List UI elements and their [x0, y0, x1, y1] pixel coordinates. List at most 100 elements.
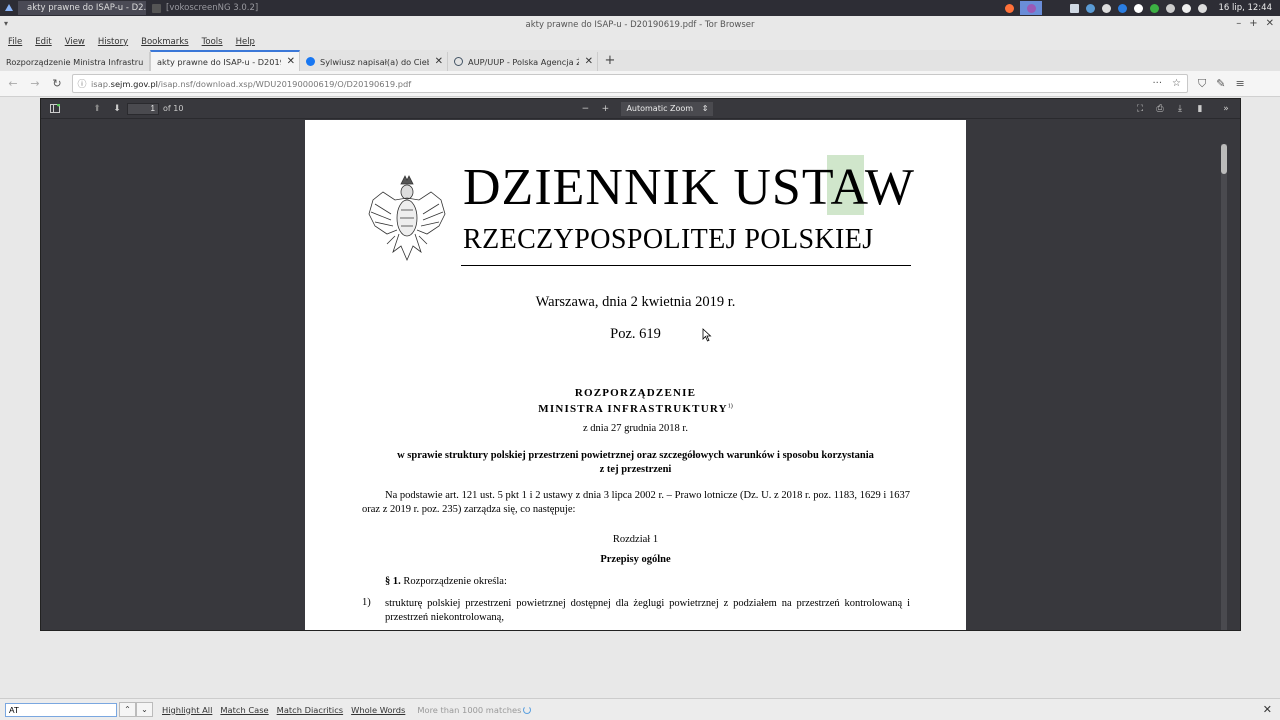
next-page-icon[interactable]: ⬇ [107, 100, 127, 118]
whole-words-toggle[interactable]: Whole Words [351, 705, 405, 715]
menu-help[interactable]: Help [236, 37, 255, 47]
new-tab-button[interactable]: + [598, 52, 622, 71]
tor-circuit-icon[interactable]: ✎ [1216, 77, 1225, 91]
find-bar: ⌃ ⌄ Highlight All Match Case Match Diacr… [0, 698, 1280, 720]
os-taskbar: akty prawne do ISAP-u - D2... [vokoscree… [0, 0, 1280, 16]
pdf-toolbar: ⬆ ⬇ of 10 − + Automatic Zoom ⇕ ⛶ ⎙ ⤓ ▮ » [41, 99, 1240, 119]
issuer: MINISTRA INFRASTRUKTURY1) [538, 403, 733, 415]
clock[interactable]: 16 lip, 12:44 [1218, 3, 1272, 13]
zoom-out-icon[interactable]: − [575, 100, 595, 118]
close-window-button[interactable]: ✕ [1266, 18, 1274, 29]
zoom-value: Automatic Zoom [626, 104, 694, 113]
act-type: ROZPORZĄDZENIE [574, 387, 697, 399]
site-info-icon[interactable]: ⓘ [73, 77, 91, 90]
taskbar-task-vokoscreen[interactable]: [vokoscreenNG 3.0.2] [148, 1, 278, 15]
pdf-scrollbar[interactable] [1221, 144, 1227, 630]
menu-tools[interactable]: Tools [202, 37, 223, 47]
download-icon[interactable] [1181, 3, 1191, 13]
tab-close-icon[interactable]: ✕ [287, 56, 295, 67]
maximize-button[interactable]: + [1249, 18, 1257, 29]
navigation-bar: ← → ↻ ⓘ isap.sejm.gov.pl/isap.nsf/downlo… [0, 71, 1280, 97]
tab-aup-uup[interactable]: AUP/UUP - Polska Agencja Że ✕ [448, 52, 598, 71]
download-icon[interactable]: ⤓ [1170, 100, 1190, 118]
tor-tray-icon[interactable] [1020, 1, 1043, 15]
menu-bookmarks[interactable]: Bookmarks [141, 37, 189, 47]
forward-button[interactable]: → [24, 73, 46, 95]
find-previous-button[interactable]: ⌃ [119, 702, 136, 717]
minimize-button[interactable]: – [1236, 18, 1241, 29]
notifications-bell-icon[interactable] [1101, 3, 1111, 13]
item-1-number: 1) [362, 597, 371, 608]
pdf-page[interactable]: DZIENNIK USTAW RZECZYPOSPOLITEJ POLSKIEJ… [305, 120, 966, 630]
app-menu-icon[interactable] [0, 0, 18, 16]
tab-sylwiusz[interactable]: Sylwiusz napisał(a) do Ciebie ✕ [300, 52, 448, 71]
subject-line-2: z tej przestrzeni [599, 464, 672, 475]
bookmark-icon[interactable]: ▮ [1190, 100, 1210, 118]
footnote-mark: 1) [727, 403, 733, 410]
menu-view[interactable]: View [65, 37, 85, 47]
vokoscreen-icon [152, 3, 161, 13]
hamburger-menu-icon[interactable]: ≡ [1235, 77, 1244, 91]
menu-edit[interactable]: Edit [35, 37, 51, 47]
hp-printer-icon[interactable] [1117, 3, 1127, 13]
window-titlebar: ▾ akty prawne do ISAP-u - D20190619.pdf … [0, 16, 1280, 34]
status-dot-icon[interactable] [1133, 3, 1143, 13]
find-input[interactable] [5, 702, 117, 717]
legal-basis: Na podstawie art. 121 ust. 5 pkt 1 i 2 u… [362, 490, 910, 515]
subject-line-1: w sprawie struktury polskiej przestrzeni… [397, 450, 874, 461]
update-check-icon[interactable] [1149, 3, 1159, 13]
masthead-subtitle: RZECZYPOSPOLITEJ POLSKIEJ [463, 224, 874, 255]
site-icon [454, 57, 463, 66]
paragraph-1: § 1. Rozporządzenie określa: [385, 576, 507, 587]
vpn-icon[interactable] [1085, 3, 1095, 13]
back-button[interactable]: ← [2, 73, 24, 95]
zoom-select[interactable]: Automatic Zoom ⇕ [621, 101, 714, 116]
previous-page-icon[interactable]: ⬆ [87, 100, 107, 118]
polish-eagle-emblem-icon [368, 175, 446, 262]
reload-button[interactable]: ↻ [46, 73, 68, 95]
match-diacritics-toggle[interactable]: Match Diacritics [277, 705, 343, 715]
tab-label: akty prawne do ISAP-u - D201906 [157, 56, 281, 67]
highlight-all-toggle[interactable]: Highlight All [162, 705, 212, 715]
tab-rozporzadzenie[interactable]: Rozporządzenie Ministra Infrastru [0, 52, 150, 71]
presentation-mode-icon[interactable]: ⛶ [1130, 100, 1150, 118]
tab-label: Rozporządzenie Ministra Infrastru [6, 56, 144, 67]
url-text[interactable]: isap.sejm.gov.pl/isap.nsf/download.xsp/W… [91, 79, 1152, 89]
window-title: akty prawne do ISAP-u - D20190619.pdf - … [525, 20, 755, 30]
chevron-down-icon: ⇕ [701, 104, 709, 113]
menu-file[interactable]: File [8, 37, 22, 47]
tab-close-icon[interactable]: ✕ [585, 56, 593, 67]
pdf-canvas[interactable]: DZIENNIK USTAW RZECZYPOSPOLITEJ POLSKIEJ… [41, 120, 1229, 630]
tab-close-icon[interactable]: ✕ [435, 56, 443, 67]
url-bar[interactable]: ⓘ isap.sejm.gov.pl/isap.nsf/download.xsp… [72, 74, 1188, 93]
volume-icon[interactable] [1197, 3, 1207, 13]
zoom-in-icon[interactable]: + [595, 100, 615, 118]
find-next-button[interactable]: ⌄ [136, 702, 153, 717]
print-icon[interactable]: ⎙ [1150, 100, 1170, 118]
chapter-number: Rozdział 1 [612, 534, 659, 545]
window-menu-icon[interactable]: ▾ [4, 19, 8, 28]
match-case-toggle[interactable]: Match Case [220, 705, 268, 715]
close-find-bar-icon[interactable]: ✕ [1263, 703, 1272, 716]
page-number-input[interactable] [127, 102, 159, 115]
tools-menu-icon[interactable]: » [1216, 100, 1236, 118]
facebook-icon [306, 57, 315, 66]
shield-icon[interactable]: ⛉ [1198, 77, 1206, 91]
sidebar-toggle-icon[interactable] [45, 100, 65, 118]
notes-icon[interactable] [1069, 3, 1079, 13]
masthead-rule [461, 265, 911, 266]
loading-spinner-icon [523, 706, 532, 714]
bookmark-star-icon[interactable]: ☆ [1172, 78, 1181, 89]
page-total: of 10 [163, 104, 184, 113]
network-icon[interactable] [1165, 3, 1175, 13]
firefox-tray-icon[interactable] [998, 1, 1020, 15]
scrollbar-thumb[interactable] [1221, 144, 1227, 174]
tab-label: AUP/UUP - Polska Agencja Że [468, 56, 579, 67]
page-actions-icon[interactable]: ··· [1152, 78, 1162, 89]
menu-history[interactable]: History [98, 37, 128, 47]
menu-bar: File Edit View History Bookmarks Tools H… [0, 34, 1280, 49]
tab-akty-prawne[interactable]: akty prawne do ISAP-u - D201906 ✕ [150, 50, 300, 71]
publication-date: Warszawa, dnia 2 kwietnia 2019 r. [535, 294, 736, 310]
item-1-text: strukturę polskiej przestrzeni powietrzn… [385, 598, 910, 623]
taskbar-task-tor-browser[interactable]: akty prawne do ISAP-u - D2... [18, 1, 146, 15]
